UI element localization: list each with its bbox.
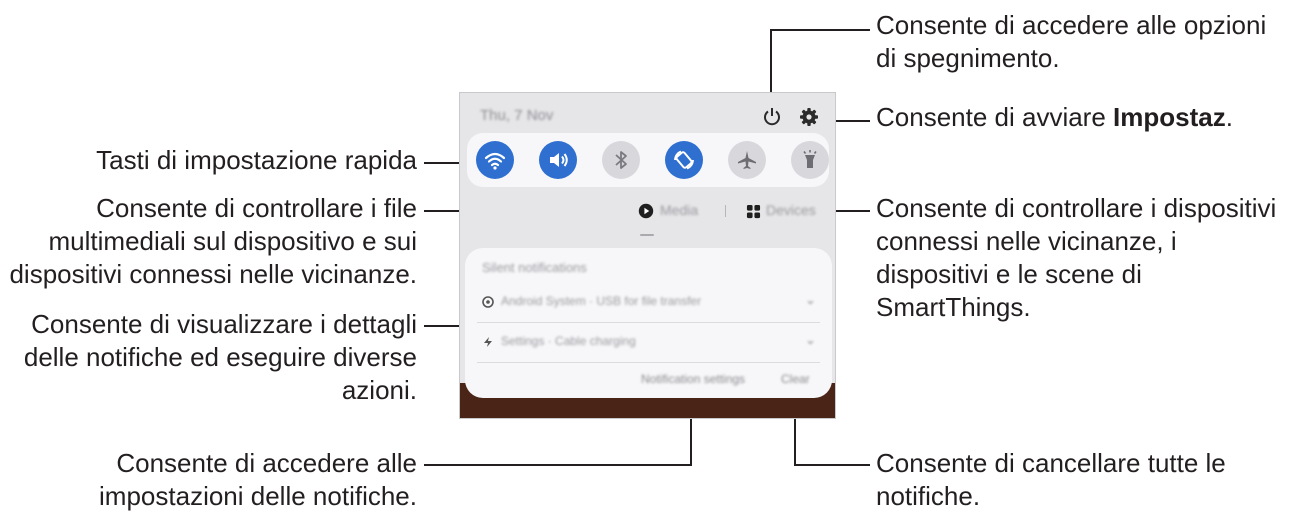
panel-date: Thu, 7 Nov xyxy=(480,107,554,124)
notification-divider xyxy=(477,322,820,323)
devices-icon xyxy=(746,204,761,219)
media-callout: Consente di controllare i file multimedi… xyxy=(9,193,417,289)
media-button[interactable]: Media xyxy=(638,201,718,221)
clear-callout: Consente di cancellare tutte le notifich… xyxy=(876,448,1226,511)
clear-button[interactable]: Clear xyxy=(781,372,810,386)
bluetooth-button[interactable] xyxy=(602,141,640,179)
leader-clear-h xyxy=(794,464,870,466)
notification-callout: Consente di visualizzare i dettagli dell… xyxy=(23,309,417,405)
notification-divider xyxy=(477,362,820,363)
auto-rotate-icon xyxy=(674,150,694,170)
leader-notification-settings-h xyxy=(424,464,692,466)
notification-card: Silent notifications Android System · US… xyxy=(465,248,832,398)
notification-row[interactable]: Android System · USB for file transfer ⌄ xyxy=(465,286,832,318)
auto-rotate-button[interactable] xyxy=(665,141,703,179)
notification-settings-button[interactable]: Notification settings xyxy=(641,372,745,386)
power-icon[interactable] xyxy=(760,105,784,129)
quick-settings-bar xyxy=(467,133,829,187)
silent-notifications-header: Silent notifications xyxy=(482,260,587,275)
flashlight-icon xyxy=(803,150,817,168)
chevron-down-icon[interactable]: ⌄ xyxy=(805,332,816,348)
android-system-icon xyxy=(482,296,494,308)
settings-callout: Consente di avviare Impostaz. xyxy=(876,102,1233,132)
airplane-button[interactable] xyxy=(728,141,766,179)
drag-handle[interactable] xyxy=(640,234,654,236)
devices-button[interactable]: Devices xyxy=(746,201,826,221)
sound-icon xyxy=(550,153,568,167)
notification-row[interactable]: Settings · Cable charging ⌄ xyxy=(465,326,832,358)
sound-button[interactable] xyxy=(539,141,577,179)
gear-icon[interactable] xyxy=(797,105,821,129)
devices-callout: Consente di controllare i dispositivi co… xyxy=(876,193,1277,322)
bluetooth-icon xyxy=(615,151,627,169)
power-callout: Consente di accedere alle opzioni di spe… xyxy=(876,10,1267,73)
charging-icon xyxy=(484,337,492,347)
media-divider xyxy=(725,205,726,217)
notification-panel: Thu, 7 Nov Media Devices Silent notifica… xyxy=(459,92,836,419)
notification-settings-callout: Consente di accedere alle impostazioni d… xyxy=(99,448,417,511)
play-icon xyxy=(638,203,654,219)
flashlight-button[interactable] xyxy=(791,141,829,179)
wifi-icon xyxy=(484,152,506,170)
wifi-button[interactable] xyxy=(476,141,514,179)
chevron-down-icon[interactable]: ⌄ xyxy=(805,292,816,308)
airplane-icon xyxy=(738,151,756,169)
leader-power-h xyxy=(770,29,870,31)
quick-settings-callout: Tasti di impostazione rapida xyxy=(96,145,417,175)
